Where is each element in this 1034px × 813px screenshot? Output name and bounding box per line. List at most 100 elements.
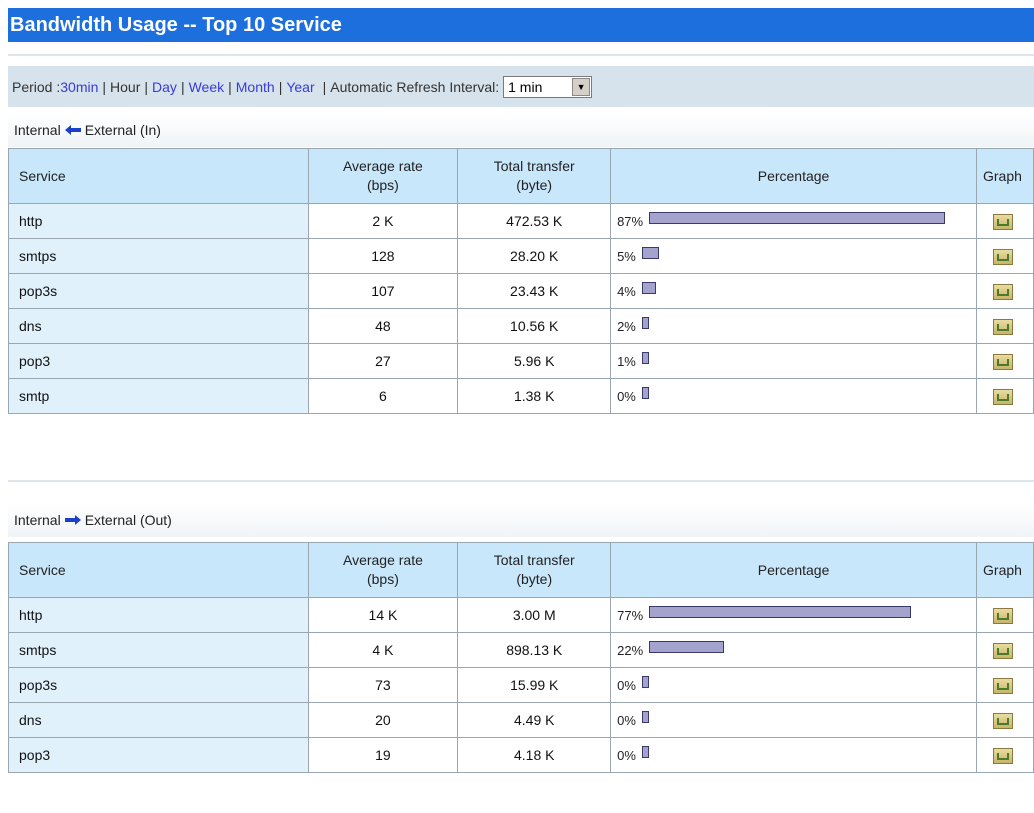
percentage-cell: 4% (610, 273, 977, 309)
inbound-right-label: External (In) (84, 122, 161, 138)
percentage-bar (641, 317, 649, 329)
service-name: http (8, 203, 309, 239)
percentage-value: 0% (617, 747, 636, 763)
percentage-bar (649, 606, 912, 618)
refresh-interval-select[interactable]: 1 min ▼ (503, 75, 593, 98)
percentage-value: 77% (617, 607, 644, 623)
percentage-cell: 22% (610, 632, 978, 668)
total-transfer: 15.99 K (457, 667, 612, 703)
table-row: smtps 128 28.20 K 5% (8, 238, 1034, 274)
service-name: smtp (8, 378, 309, 414)
percentage-bar (641, 676, 649, 688)
divider (8, 54, 1034, 56)
percentage-bar (641, 282, 656, 294)
total-transfer: 5.96 K (457, 343, 612, 379)
graph-cell (976, 343, 1034, 379)
separator: | (102, 78, 107, 95)
table-row: smtps 4 K 898.13 K 22% (8, 632, 1034, 668)
period-bar: Period : 30min | Hour | Day | Week | Mon… (8, 66, 1034, 107)
average-rate: 14 K (307, 597, 459, 633)
table-header-row: Service Average rate (bps) Total transfer… (8, 542, 1034, 598)
chart-thumbnail-icon[interactable] (993, 607, 1014, 624)
average-rate: 4 K (307, 632, 459, 668)
percentage-cell: 1% (610, 343, 977, 379)
column-header-average-rate: Average rate (bps) (307, 542, 459, 598)
percentage-cell: 0% (610, 737, 978, 773)
service-name: smtps (8, 238, 309, 274)
graph-cell (976, 378, 1034, 414)
percentage-bar (641, 387, 649, 399)
outbound-left-label: Internal (14, 512, 61, 528)
chart-thumbnail-icon[interactable] (993, 677, 1014, 694)
percentage-value: 0% (617, 677, 636, 693)
percentage-value: 22% (617, 642, 644, 658)
period-week-link[interactable]: Week (189, 79, 225, 95)
average-rate: 73 (307, 667, 459, 703)
period-hour-link[interactable]: Hour (110, 79, 140, 95)
percentage-bar (641, 352, 649, 364)
percentage-value: 87% (617, 213, 644, 229)
column-header-service: Service (8, 148, 309, 204)
table-row: pop3 27 5.96 K 1% (8, 343, 1034, 379)
service-name: dns (8, 702, 309, 738)
percentage-value: 1% (617, 353, 636, 369)
percentage-cell: 2% (610, 308, 977, 344)
chart-thumbnail-icon[interactable] (993, 318, 1013, 335)
total-transfer: 4.49 K (457, 702, 612, 738)
graph-cell (976, 597, 1034, 633)
period-year-link[interactable]: Year (286, 79, 314, 95)
divider (8, 480, 1034, 482)
table-row: pop3s 73 15.99 K 0% (8, 667, 1034, 703)
table-row: dns 20 4.49 K 0% (8, 702, 1034, 738)
table-row: pop3s 107 23.43 K 4% (8, 273, 1034, 309)
chart-thumbnail-icon[interactable] (993, 642, 1014, 659)
inbound-section-header: Internal External (In) (8, 113, 1034, 147)
chart-thumbnail-icon[interactable] (993, 388, 1013, 405)
chart-thumbnail-icon[interactable] (993, 213, 1013, 230)
chart-thumbnail-icon[interactable] (993, 747, 1014, 764)
column-header-percentage: Percentage (610, 542, 978, 598)
chart-thumbnail-icon[interactable] (993, 353, 1013, 370)
percentage-cell: 0% (610, 667, 978, 703)
total-transfer: 4.18 K (457, 737, 612, 773)
chart-thumbnail-icon[interactable] (993, 712, 1014, 729)
total-transfer: 898.13 K (457, 632, 612, 668)
average-rate: 2 K (307, 203, 459, 239)
service-name: pop3 (8, 737, 309, 773)
percentage-bar (649, 641, 725, 653)
column-header-percentage: Percentage (610, 148, 977, 204)
refresh-interval-value: 1 min (508, 78, 543, 95)
graph-cell (976, 667, 1034, 703)
period-month-link[interactable]: Month (236, 79, 275, 95)
total-transfer: 28.20 K (457, 238, 612, 274)
column-header-total-transfer: Total transfer (byte) (457, 148, 612, 204)
graph-cell (976, 632, 1034, 668)
average-rate: 107 (307, 273, 459, 309)
percentage-bar (649, 212, 946, 224)
total-transfer: 472.53 K (457, 203, 612, 239)
total-transfer: 3.00 M (457, 597, 612, 633)
table-row: pop3 19 4.18 K 0% (8, 737, 1034, 773)
chevron-down-icon[interactable]: ▼ (572, 77, 591, 96)
separator: | (180, 78, 185, 95)
average-rate: 27 (307, 343, 459, 379)
period-day-link[interactable]: Day (152, 79, 177, 95)
period-label: Period : (12, 78, 61, 95)
graph-cell (976, 238, 1034, 274)
average-rate: 128 (307, 238, 459, 274)
percentage-bar (641, 247, 659, 259)
average-rate: 19 (307, 737, 459, 773)
table-row: http 2 K 472.53 K 87% (8, 203, 1034, 239)
period-30min-link[interactable]: 30min (60, 79, 98, 95)
chart-thumbnail-icon[interactable] (993, 248, 1013, 265)
table-header-row: Service Average rate (bps) Total transfer… (8, 148, 1034, 204)
percentage-value: 0% (617, 712, 636, 728)
column-header-graph: Graph (976, 542, 1034, 598)
outbound-section-header: Internal External (Out) (8, 503, 1034, 537)
service-name: pop3 (8, 343, 309, 379)
inbound-left-label: Internal (14, 122, 61, 138)
table-row: http 14 K 3.00 M 77% (8, 597, 1034, 633)
chart-thumbnail-icon[interactable] (993, 283, 1013, 300)
graph-cell (976, 273, 1034, 309)
percentage-cell: 5% (610, 238, 977, 274)
